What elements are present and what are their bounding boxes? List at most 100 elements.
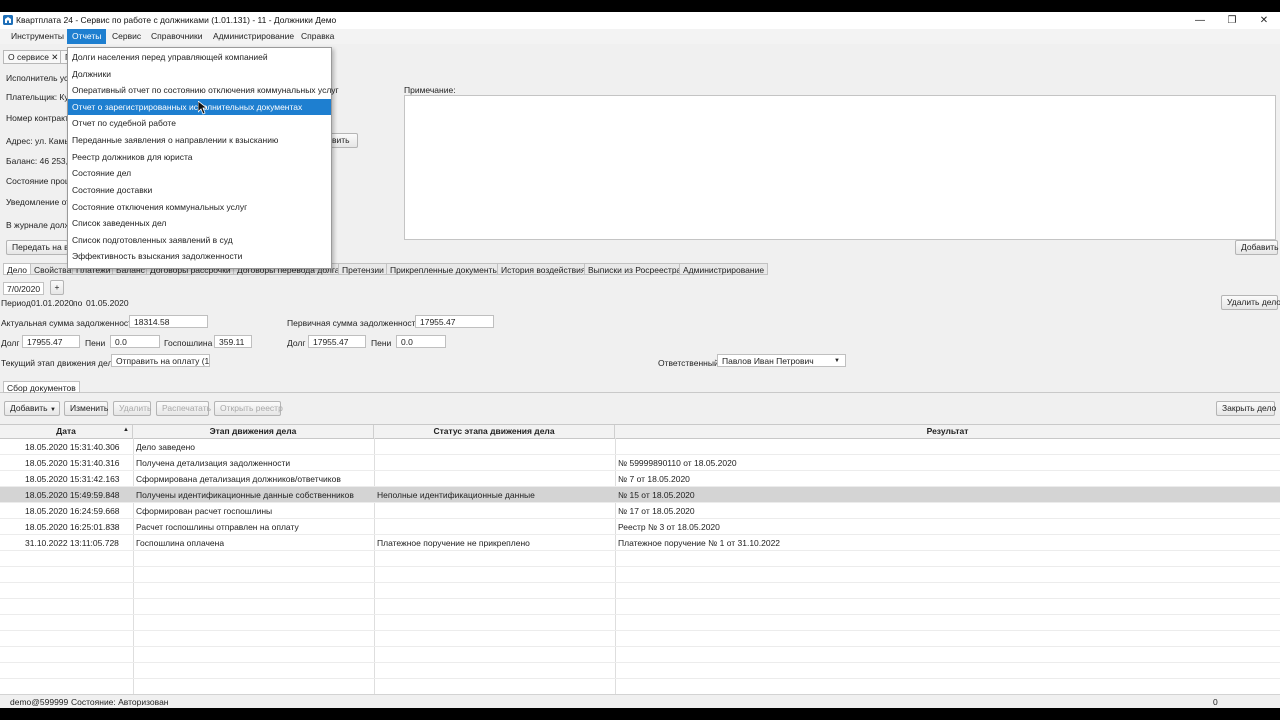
peni2-field[interactable]: 0.0 — [396, 335, 446, 348]
table-row-empty — [0, 615, 1280, 631]
cell-date: 18.05.2020 15:31:40.316 — [25, 458, 120, 468]
status-state: Состояние: Авторизован — [71, 697, 169, 707]
primary-debt-field[interactable]: 17955.47 — [415, 315, 494, 328]
menu-item-operative-disconnection-report[interactable]: Оперативный отчет по состоянию отключени… — [68, 82, 339, 98]
add-case-button[interactable]: + — [50, 280, 64, 295]
responsible-value: Павлов Иван Петрович — [722, 356, 814, 366]
cell-stage: Получены идентификационные данные собств… — [136, 490, 354, 500]
table-row-empty — [0, 551, 1280, 567]
print-button[interactable]: Распечатать — [156, 401, 211, 416]
tab-registry-extracts[interactable]: Выписки из Росреестра — [584, 263, 686, 275]
tab-case[interactable]: Дело — [3, 263, 31, 275]
minimize-icon[interactable]: — — [1184, 12, 1216, 29]
window-title: Квартплата 24 - Сервис по работе с должн… — [16, 15, 337, 25]
case-stages-table: Дата ▲ Этап движения дела Статус этапа д… — [0, 424, 1280, 697]
tab-claims[interactable]: Претензии — [338, 263, 388, 275]
column-date[interactable]: Дата — [0, 425, 133, 438]
debt-field[interactable]: 17955.47 — [22, 335, 80, 348]
table-row-selected[interactable]: 18.05.2020 15:49:59.848 Получены идентиф… — [0, 487, 1280, 503]
menu-item-disconnection-status[interactable]: Состояние отключения коммунальных услуг — [68, 199, 331, 215]
menu-item-delivery-status[interactable]: Состояние доставки — [68, 182, 331, 198]
app-window: Квартплата 24 - Сервис по работе с должн… — [0, 12, 1280, 708]
note-textarea[interactable] — [404, 95, 1276, 240]
peni-field[interactable]: 0.0 — [110, 335, 160, 348]
cell-date: 18.05.2020 15:49:59.848 — [25, 490, 120, 500]
menu-item-case-status[interactable]: Состояние дел — [68, 165, 331, 181]
menu-item-court-work-report[interactable]: Отчет по судебной работе — [68, 115, 331, 131]
state-duty-field[interactable]: 359.11 — [214, 335, 252, 348]
table-row[interactable]: 18.05.2020 16:25:01.838 Расчет госпошлин… — [0, 519, 1280, 535]
tab-administration[interactable]: Администрирование — [679, 263, 769, 275]
menu-reports[interactable]: Отчеты — [67, 29, 107, 44]
doc-tab-about[interactable]: О сервисе ✕ — [3, 50, 64, 64]
table-row[interactable]: 18.05.2020 16:24:59.668 Сформирован расч… — [0, 503, 1280, 519]
sort-ascending-icon[interactable]: ▲ — [123, 427, 129, 433]
primary-debt-label: Первичная сумма задолженности — [287, 318, 421, 328]
status-count: 0 — [1213, 697, 1218, 707]
add-stage-button[interactable]: Добавить ▼ — [4, 401, 60, 416]
peni-label: Пени — [85, 338, 106, 348]
delete-button[interactable]: Удалить — [113, 401, 151, 416]
menu-help[interactable]: Справка — [296, 29, 339, 44]
add-stage-label: Добавить — [10, 403, 48, 413]
table-row-empty — [0, 679, 1280, 695]
cell-date: 31.10.2022 13:11:05.728 — [25, 538, 119, 548]
cell-result: № 17 от 18.05.2020 — [618, 506, 695, 516]
case-tab[interactable]: 7/0/2020 — [3, 282, 45, 295]
executor-label: Исполнитель усл — [6, 73, 74, 83]
cell-stage: Дело заведено — [136, 442, 196, 452]
table-row[interactable]: 18.05.2020 15:31:42.163 Сформирована дет… — [0, 471, 1280, 487]
cell-status: Неполные идентификационные данные — [377, 490, 535, 500]
table-row-empty — [0, 647, 1280, 663]
debt2-field[interactable]: 17955.47 — [308, 335, 366, 348]
delete-case-button[interactable]: Удалить дело — [1221, 295, 1280, 310]
note-add-button[interactable]: Добавить — [1235, 240, 1279, 255]
close-case-button[interactable]: Закрыть дело — [1216, 401, 1276, 416]
current-stage-label: Текущий этап движения дела — [1, 358, 118, 368]
peni2-label: Пени — [371, 338, 392, 348]
menu-item-opened-cases-list[interactable]: Список заведенных дел — [68, 215, 331, 231]
menu-item-prepared-court-applications[interactable]: Список подготовленных заявлений в суд — [68, 232, 331, 248]
restore-icon[interactable]: ❐ — [1216, 12, 1248, 29]
responsible-select[interactable]: Павлов Иван Петрович — [717, 354, 846, 367]
table-row[interactable]: 31.10.2022 13:11:05.728 Госпошлина оплач… — [0, 535, 1280, 551]
chevron-down-icon[interactable]: ▼ — [834, 358, 840, 364]
menu-item-collection-efficiency[interactable]: Эффективность взыскания задолженности — [68, 248, 331, 264]
menu-administration[interactable]: Администрирование — [208, 29, 299, 44]
edit-button[interactable]: Изменить — [64, 401, 108, 416]
close-icon[interactable]: ✕ — [51, 52, 58, 62]
menu-item-population-debts[interactable]: Долги населения перед управляющей компан… — [68, 49, 331, 65]
cell-date: 18.05.2020 15:31:40.306 — [25, 442, 120, 452]
table-row[interactable]: 18.05.2020 15:31:40.306 Дело заведено — [0, 439, 1280, 455]
menu-item-transferred-applications[interactable]: Переданные заявления о направлении к взы… — [68, 132, 331, 148]
menu-bar: Инструменты Отчеты Сервис Справочники Ад… — [0, 29, 1280, 44]
actual-debt-field[interactable]: 18314.58 — [129, 315, 208, 328]
table-row-empty — [0, 663, 1280, 679]
column-stage[interactable]: Этап движения дела — [133, 425, 374, 438]
menu-directories[interactable]: Справочники — [146, 29, 208, 44]
table-header: Дата ▲ Этап движения дела Статус этапа д… — [0, 425, 1280, 439]
close-icon[interactable]: ✕ — [1248, 12, 1280, 29]
cell-stage: Сформирован расчет госпошлины — [136, 506, 273, 516]
current-stage-field[interactable]: Отправить на оплату (18 — [111, 354, 210, 367]
transfer-to-collection-button[interactable]: Передать на взы — [6, 240, 79, 255]
menu-tools[interactable]: Инструменты — [6, 29, 69, 44]
tab-impact-history[interactable]: История воздействия — [497, 263, 590, 275]
table-row-empty — [0, 567, 1280, 583]
menu-item-lawyer-debtor-registry[interactable]: Реестр должников для юриста — [68, 149, 331, 165]
column-status[interactable]: Статус этапа движения дела — [374, 425, 615, 438]
state-duty-label: Госпошлина — [164, 338, 213, 348]
menu-service[interactable]: Сервис — [107, 29, 146, 44]
note-label: Примечание: — [404, 85, 456, 95]
tab-attached-documents[interactable]: Прикрепленные документы — [386, 263, 503, 275]
cell-result: Реестр № 3 от 18.05.2020 — [618, 522, 720, 532]
cell-date: 18.05.2020 16:25:01.838 — [25, 522, 120, 532]
column-result[interactable]: Результат — [615, 425, 1280, 438]
status-user: demo@599999 — [10, 697, 69, 707]
table-row[interactable]: 18.05.2020 15:31:40.316 Получена детализ… — [0, 455, 1280, 471]
menu-item-debtors[interactable]: Должники — [68, 66, 331, 82]
tab-collect-documents[interactable]: Сбор документов — [3, 381, 80, 393]
contract-number-label: Номер контракт — [6, 113, 69, 123]
table-row-empty — [0, 631, 1280, 647]
open-registry-button[interactable]: Открыть реестр — [214, 401, 283, 416]
